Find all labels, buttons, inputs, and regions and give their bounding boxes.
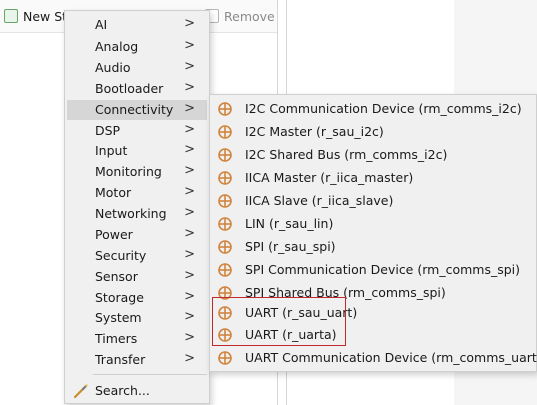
menu-item-ai[interactable]: AI > (67, 15, 207, 35)
submenu-item-uart-comm-device[interactable]: UART Communication Device (rm_comms_uart… (210, 347, 537, 369)
chevron-right-icon: > (184, 330, 195, 345)
menu-item-label: Motor (95, 185, 132, 200)
submenu-item-iica-master[interactable]: IICA Master (r_iica_master) (210, 167, 536, 189)
submenu-item-spi-comm-device[interactable]: SPI Communication Device (rm_comms_spi) (210, 259, 536, 281)
chevron-right-icon: > (184, 247, 195, 262)
chevron-right-icon: > (184, 142, 195, 157)
menu-item-label: Input (95, 143, 128, 158)
submenu-item-label: I2C Communication Device (rm_comms_i2c) (245, 101, 522, 116)
menu-item-label: AI (95, 17, 108, 32)
remove-button[interactable]: Remove (205, 7, 275, 25)
menu-item-label: Bootloader (95, 81, 164, 96)
menu-item-sensor[interactable]: Sensor > (67, 267, 207, 287)
submenu-item-label: SPI Communication Device (rm_comms_spi) (245, 262, 521, 277)
menu-item-power[interactable]: Power > (67, 225, 207, 245)
chevron-right-icon: > (184, 226, 195, 241)
component-icon (218, 351, 232, 365)
chevron-right-icon: > (184, 101, 195, 116)
submenu-item-i2c-shared-bus[interactable]: I2C Shared Bus (rm_comms_i2c) (210, 144, 536, 166)
menu-item-analog[interactable]: Analog > (67, 37, 207, 57)
menu-item-label: Timers (95, 331, 138, 346)
component-icon (218, 217, 232, 231)
menu-item-bootloader[interactable]: Bootloader > (67, 79, 207, 99)
submenu-item-iica-slave[interactable]: IICA Slave (r_iica_slave) (210, 190, 536, 212)
chevron-right-icon: > (184, 309, 195, 324)
menu-item-security[interactable]: Security > (67, 246, 207, 266)
chevron-right-icon: > (184, 163, 195, 178)
menu-item-timers[interactable]: Timers > (67, 329, 207, 349)
component-icon (218, 171, 232, 185)
menu-item-audio[interactable]: Audio > (67, 58, 207, 78)
menu-item-transfer[interactable]: Transfer > (67, 350, 207, 370)
menu-item-label: Networking (95, 206, 167, 221)
menu-item-connectivity[interactable]: Connectivity > (67, 100, 207, 120)
chevron-right-icon: > (184, 289, 195, 304)
component-icon (218, 263, 232, 277)
new-stack-icon (4, 9, 18, 23)
menu-item-label: Power (95, 227, 133, 242)
menu-item-networking[interactable]: Networking > (67, 204, 207, 224)
menu-item-label: Audio (95, 60, 131, 75)
submenu-item-label: IICA Slave (r_iica_slave) (245, 193, 394, 208)
menu-item-search[interactable]: Search... (67, 381, 207, 401)
submenu-item-label: IICA Master (r_iica_master) (245, 170, 414, 185)
menu-item-dsp[interactable]: DSP > (67, 121, 207, 141)
new-stack-menu: AI > Analog > Audio > Bootloader > Conne… (64, 10, 210, 404)
chevron-right-icon: > (184, 16, 195, 31)
submenu-item-label: UART Communication Device (rm_comms_uart… (245, 350, 537, 365)
chevron-right-icon: > (184, 268, 195, 283)
component-icon (218, 240, 232, 254)
component-icon (218, 148, 232, 162)
menu-item-label: Sensor (95, 269, 138, 284)
menu-item-system[interactable]: System > (67, 308, 207, 328)
menu-item-label: Transfer (95, 352, 146, 367)
submenu-item-label: LIN (r_sau_lin) (245, 216, 334, 231)
menu-item-label: Security (95, 248, 147, 263)
menu-separator (93, 374, 207, 375)
submenu-item-spi[interactable]: SPI (r_sau_spi) (210, 236, 536, 258)
menu-item-storage[interactable]: Storage > (67, 288, 207, 308)
chevron-right-icon: > (184, 122, 195, 137)
submenu-item-label: SPI (r_sau_spi) (245, 239, 336, 254)
search-wand-icon (73, 384, 88, 399)
menu-item-label: Analog (95, 39, 139, 54)
menu-item-input[interactable]: Input > (67, 141, 207, 161)
chevron-right-icon: > (184, 205, 195, 220)
submenu-item-label: I2C Master (r_sau_i2c) (245, 124, 384, 139)
menu-item-label: System (95, 310, 142, 325)
submenu-item-lin[interactable]: LIN (r_sau_lin) (210, 213, 536, 235)
component-icon (218, 194, 232, 208)
chevron-right-icon: > (184, 184, 195, 199)
menu-item-label: Storage (95, 290, 144, 305)
uart-highlight-box (212, 297, 346, 346)
menu-item-label: Monitoring (95, 164, 162, 179)
menu-item-monitoring[interactable]: Monitoring > (67, 162, 207, 182)
new-stack-button[interactable]: New St (4, 7, 67, 25)
chevron-right-icon: > (184, 59, 195, 74)
submenu-item-i2c-comm-device[interactable]: I2C Communication Device (rm_comms_i2c) (210, 98, 536, 120)
menu-item-label: DSP (95, 123, 121, 138)
chevron-right-icon: > (184, 38, 195, 53)
chevron-right-icon: > (184, 80, 195, 95)
submenu-item-label: I2C Shared Bus (rm_comms_i2c) (245, 147, 448, 162)
component-icon (218, 125, 232, 139)
menu-item-motor[interactable]: Motor > (67, 183, 207, 203)
submenu-item-i2c-master[interactable]: I2C Master (r_sau_i2c) (210, 121, 536, 143)
remove-label: Remove (224, 8, 275, 24)
menu-item-label: Connectivity (95, 102, 174, 117)
component-icon (218, 102, 232, 116)
chevron-right-icon: > (184, 351, 195, 366)
search-label: Search... (95, 383, 150, 398)
new-stack-label: New St (23, 8, 68, 24)
